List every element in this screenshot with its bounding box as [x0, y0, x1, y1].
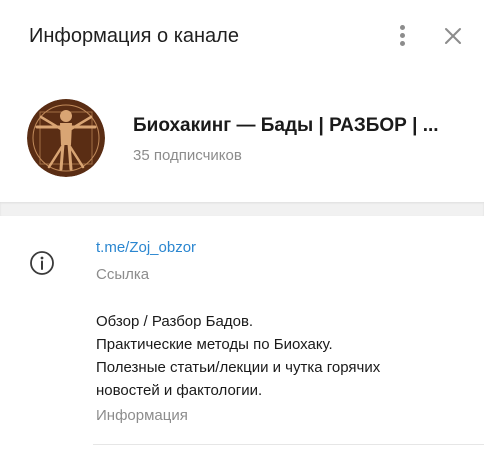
divider-line — [93, 444, 484, 445]
description-caption: Информация — [96, 407, 188, 424]
panel-header: Информация о канале — [0, 0, 484, 72]
subscriber-count: 35 подписчиков — [133, 147, 242, 164]
info-icon — [29, 250, 55, 276]
panel-title: Информация о канале — [29, 25, 239, 47]
channel-info-section: t.me/Zoj_obzor Ссылка Обзор / Разбор Бад… — [0, 216, 484, 458]
channel-link[interactable]: t.me/Zoj_obzor — [96, 238, 196, 258]
more-vertical-icon[interactable] — [388, 22, 418, 50]
close-icon[interactable] — [437, 20, 469, 52]
section-divider — [0, 202, 484, 216]
description-line: Практические методы по Биохаку. — [96, 336, 333, 353]
description-line: новостей и фактологии. — [96, 382, 263, 399]
channel-profile: Биохакинг — Бады | РАЗБОР | ... 35 подпи… — [0, 72, 484, 202]
link-caption: Ссылка — [96, 266, 150, 283]
channel-description: Обзор / Разбор Бадов. Практические метод… — [96, 310, 466, 402]
vitruvian-man-avatar[interactable] — [27, 99, 105, 177]
channel-name: Биохакинг — Бады | РАЗБОР | ... — [133, 115, 439, 136]
description-line: Полезные статьи/лекции и чутка горячих — [96, 359, 381, 376]
description-line: Обзор / Разбор Бадов. — [96, 313, 254, 330]
